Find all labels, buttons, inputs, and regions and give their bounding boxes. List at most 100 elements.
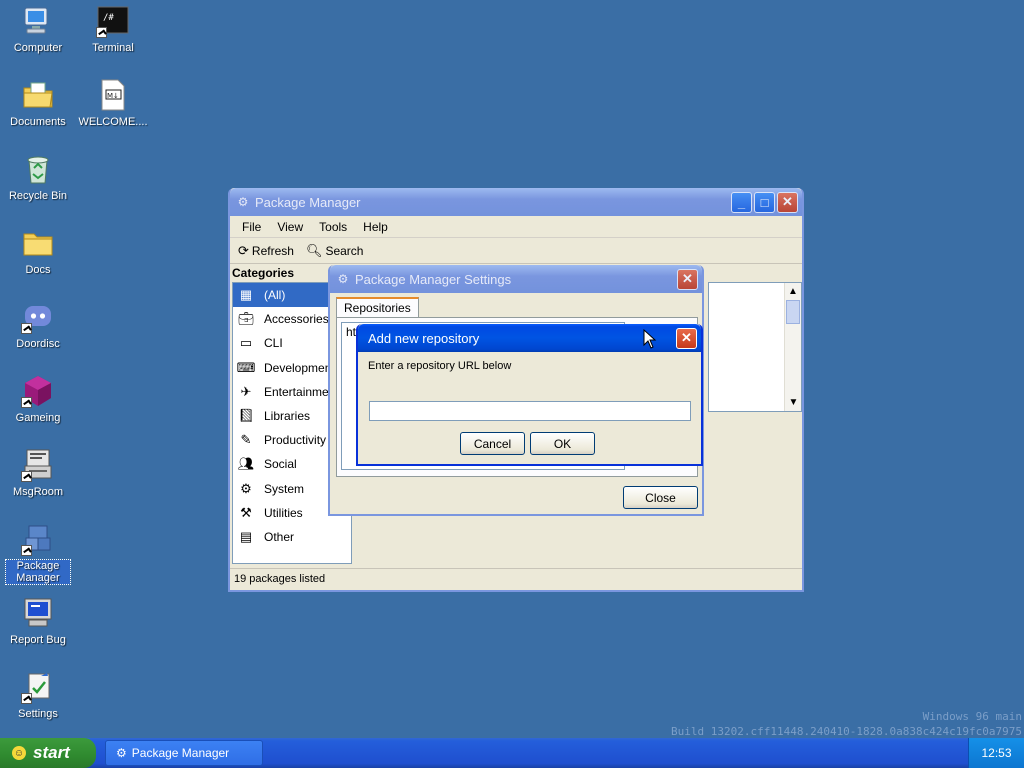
menu-tools[interactable]: Tools: [311, 220, 355, 234]
start-label: start: [33, 743, 70, 762]
refresh-button[interactable]: ⟳ Refresh: [234, 241, 298, 261]
desktop-icon-package-manager[interactable]: Package Manager: [4, 520, 72, 586]
other-icon: ▤: [239, 528, 253, 544]
mouse-cursor-icon: [643, 329, 657, 349]
markdown-glyph: M↓: [107, 92, 119, 100]
desktop-icon-docs[interactable]: Docs: [4, 224, 72, 290]
desktop-icon-label: Package Manager: [5, 559, 71, 585]
desktop-icon-label: Computer: [13, 42, 63, 54]
folder-icon: [21, 226, 55, 260]
desktop-icon-gameing[interactable]: Gameing: [4, 372, 72, 438]
desktop-icon-label: MsgRoom: [12, 486, 64, 498]
dialog-title: Add new repository: [368, 330, 480, 346]
tab-repositories[interactable]: Repositories: [336, 297, 419, 317]
cancel-button[interactable]: Cancel: [460, 432, 525, 455]
titlebar[interactable]: ⚙ Package Manager Settings ✕: [330, 265, 702, 293]
all-icon: ▦: [239, 287, 253, 303]
computer-icon: [21, 4, 55, 38]
category-label: Productivity: [264, 433, 327, 448]
discord-icon: [21, 300, 55, 334]
desktop-icon-settings[interactable]: Settings: [4, 668, 72, 734]
taskbar: ☺ start ⚙ Package Manager 12:53: [0, 738, 1024, 768]
scroll-up-icon[interactable]: ▲: [785, 283, 801, 300]
desktop-icon-label: Docs: [25, 264, 51, 276]
desktop-icon-label: Settings: [18, 708, 58, 720]
close-button[interactable]: ✕: [676, 327, 697, 349]
desktop-icon-msgroom[interactable]: MsgRoom: [4, 446, 72, 512]
desktop-icon-doordisc[interactable]: Doordisc: [4, 298, 72, 364]
desktop-icon-computer[interactable]: Computer: [4, 2, 72, 68]
category-label: Other: [264, 529, 295, 544]
build-watermark-line1: Windows 96 main: [922, 710, 1022, 723]
documents-folder-icon: [21, 78, 55, 112]
menu-view[interactable]: View: [269, 220, 311, 234]
desktop-icon-welcome[interactable]: M↓ WELCOME....: [78, 76, 148, 142]
package-manager-icon: ⚙: [116, 746, 127, 760]
close-button[interactable]: ✕: [777, 191, 798, 213]
window-title: Package Manager: [255, 194, 361, 210]
desktop-icon-label: WELCOME....: [78, 116, 148, 128]
system-tray-clock[interactable]: 12:53: [968, 738, 1024, 768]
start-button[interactable]: ☺ start: [0, 738, 96, 768]
desktop-icon-report-bug[interactable]: Report Bug: [4, 594, 72, 660]
menu-bar: File View Tools Help: [230, 216, 802, 238]
desktop-icon-label: Report Bug: [10, 634, 66, 646]
taskbar-item-label: Package Manager: [131, 746, 230, 760]
taskbar-item-package-manager[interactable]: ⚙ Package Manager: [105, 740, 263, 766]
desktop-icon-label: Documents: [10, 116, 66, 128]
scroll-down-icon[interactable]: ▼: [785, 394, 802, 411]
scrollbar[interactable]: ▲ ▼: [784, 283, 801, 411]
category-other[interactable]: ▤ Other: [233, 525, 351, 549]
toolbar: ⟳ Refresh 🔍︎ Search: [230, 238, 802, 264]
people-icon: 👥︎: [237, 456, 255, 472]
category-label: Libraries: [264, 409, 311, 424]
search-label: Search: [325, 243, 364, 258]
repository-url-input[interactable]: [369, 401, 691, 421]
desktop-icon-terminal[interactable]: /# Terminal: [79, 2, 147, 68]
terminal-glyph: /#: [103, 13, 114, 23]
library-icon: 📗︎: [237, 408, 255, 424]
gamepad-icon: ✈: [240, 383, 252, 399]
maximize-button[interactable]: □: [754, 191, 775, 213]
dialog-prompt: Enter a repository URL below: [368, 360, 512, 372]
category-label: Accessories: [264, 312, 329, 327]
markdown-file-icon: M↓: [96, 78, 130, 112]
package-manager-icon: ⚙: [237, 195, 249, 209]
scroll-thumb[interactable]: [786, 300, 800, 324]
search-icon: 🔍︎: [305, 242, 323, 258]
recycle-bin-icon: [21, 152, 55, 186]
menu-help[interactable]: Help: [355, 220, 396, 234]
minimize-button[interactable]: _: [731, 191, 752, 213]
search-button[interactable]: 🔍︎ Search: [302, 241, 368, 261]
terminal-icon: /#: [96, 4, 130, 38]
tools-icon: ⚒: [240, 504, 252, 520]
settings-icon: [21, 670, 55, 704]
category-label: Social: [264, 457, 297, 472]
briefcase-icon: 💼︎: [237, 311, 255, 327]
close-button[interactable]: ✕: [677, 268, 698, 290]
refresh-icon: ⟳: [238, 242, 249, 258]
build-watermark-line2: Build 13202.cff11448.240410-1828.0a838c4…: [671, 725, 1022, 738]
smiley-icon: ☺: [12, 746, 26, 760]
report-bug-icon: [21, 596, 55, 630]
status-text: 19 packages listed: [234, 573, 326, 585]
titlebar[interactable]: ⚙ Package Manager _ □ ✕: [230, 188, 802, 216]
category-label: CLI: [264, 336, 283, 351]
ok-button[interactable]: OK: [530, 432, 595, 455]
close-settings-button[interactable]: Close: [623, 486, 698, 509]
desktop-icon-label: Doordisc: [16, 338, 60, 350]
desktop-icon-documents[interactable]: Documents: [4, 76, 72, 142]
categories-heading: Categories: [232, 266, 295, 280]
category-label: Development: [264, 360, 335, 375]
package-list[interactable]: ▲ ▼: [708, 282, 802, 412]
refresh-label: Refresh: [251, 243, 294, 258]
code-icon: ⌨: [236, 359, 256, 375]
desktop-icon-recycle-bin[interactable]: Recycle Bin: [4, 150, 72, 216]
game-cube-icon: [21, 374, 55, 408]
category-label: (All): [264, 288, 286, 303]
category-label: System: [264, 481, 305, 496]
status-bar: 19 packages listed: [230, 568, 802, 590]
window-title: Package Manager Settings: [355, 271, 512, 287]
menu-file[interactable]: File: [234, 220, 269, 234]
chat-icon: [21, 448, 55, 482]
